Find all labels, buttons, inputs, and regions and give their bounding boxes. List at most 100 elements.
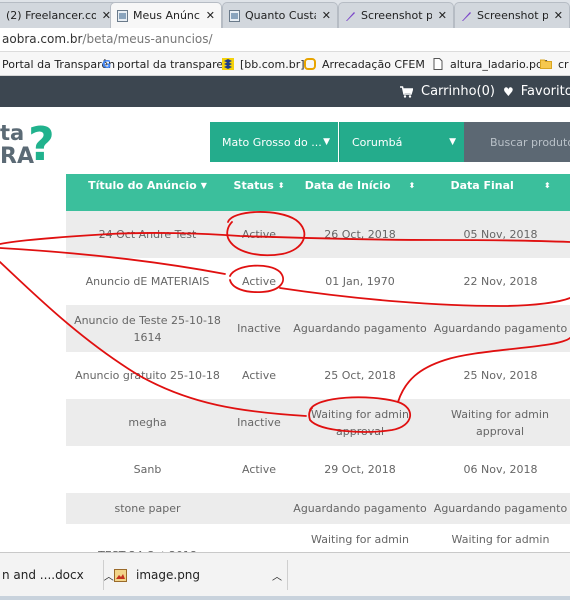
cell-status xyxy=(229,493,289,524)
tab-screenshot-1[interactable]: Screenshot por ✕ xyxy=(338,2,454,28)
chevron-up-icon[interactable]: ︿ xyxy=(104,568,114,583)
bookmark-item[interactable]: [bb.com.br] xyxy=(222,52,305,76)
city-select[interactable]: Corumbá ▼ xyxy=(339,122,464,162)
state-select-value: Mato Grosso do ... xyxy=(222,135,322,149)
tab-title: Screenshot por xyxy=(477,9,548,22)
cell-start-date: 25 Oct, 2018 xyxy=(324,369,396,382)
download-file-name: image.png xyxy=(136,568,201,582)
bb-icon xyxy=(222,58,234,70)
cell-status: Inactive xyxy=(237,322,281,335)
tab-title: Meus Anúncios xyxy=(133,9,200,22)
taskbar-edge xyxy=(0,596,570,600)
table-row[interactable]: Sanb Active 29 Oct, 2018 06 Nov, 2018 xyxy=(66,446,570,493)
close-tab-icon[interactable]: ✕ xyxy=(322,9,331,22)
cell-start-date: Aguardando pagamento xyxy=(293,322,427,335)
table-row[interactable]: stone paper Aguardando pagamento Aguarda… xyxy=(66,493,570,524)
folder-icon xyxy=(540,59,552,69)
screenshot-icon xyxy=(346,11,355,21)
tab-screenshot-2[interactable]: Screenshot por ✕ xyxy=(454,2,570,28)
address-bar[interactable]: aobra.com.br/beta/meus-anuncios/ xyxy=(0,28,570,52)
divider xyxy=(287,560,288,590)
circle-icon xyxy=(304,58,316,70)
site-topbar: Carrinho(0) ♥ Favorito xyxy=(0,76,570,107)
bookmark-label: portal da transparen xyxy=(117,57,231,71)
cell-start-date: Waiting for admin approval xyxy=(311,407,409,438)
address-path: /beta/meus-anuncios/ xyxy=(82,32,213,46)
column-header-label: Data de Início xyxy=(304,179,391,192)
cell-title: 24 Oct Andre Test xyxy=(98,228,197,241)
table-header: Título do Anúncio ▼ Status ⬍ Data de Iníci… xyxy=(66,174,570,211)
cell-title: Anuncio dE MATERIAIS xyxy=(85,275,210,288)
divider xyxy=(103,560,104,590)
tab-title: (2) Freelancer.co xyxy=(6,9,96,22)
tab-quanto-custa[interactable]: Quanto Custa M ✕ xyxy=(222,2,338,28)
bookmarks-bar: Portal da Transparên G portal da transpa… xyxy=(0,52,570,76)
screenshot-icon xyxy=(462,11,471,21)
cell-end-date: 05 Nov, 2018 xyxy=(463,228,538,241)
bookmark-label: altura_ladario.pdf xyxy=(450,57,547,71)
sort-desc-icon: ▼ xyxy=(200,181,207,190)
close-tab-icon[interactable]: ✕ xyxy=(206,9,215,22)
download-item-docx[interactable]: n and ....docx ︿ xyxy=(2,553,114,597)
tab-meus-anuncios[interactable]: Meus Anúncios ✕ xyxy=(110,2,222,28)
cell-title: stone paper xyxy=(114,502,181,515)
column-header-start-date[interactable]: Data de Início ⬍ xyxy=(289,174,431,211)
cell-status: Active xyxy=(241,369,277,382)
cart-link[interactable]: Carrinho(0) xyxy=(400,76,495,107)
column-header-end-date[interactable]: Data Final ⬍ xyxy=(431,174,570,211)
cell-end-date: Aguardando pagamento xyxy=(433,322,568,335)
product-search-input[interactable]: Buscar produtos xyxy=(464,122,570,162)
cell-end-date: Waiting for admin approval xyxy=(451,407,549,438)
tab-title: Screenshot por xyxy=(361,9,432,22)
bookmark-item[interactable]: Arrecadação CFEM xyxy=(304,52,425,76)
chevron-up-icon[interactable]: ︿ xyxy=(272,568,282,583)
bookmark-item[interactable]: G portal da transparen xyxy=(102,52,230,76)
cell-start-date: 29 Oct, 2018 xyxy=(324,463,396,476)
caret-down-icon: ▼ xyxy=(323,137,330,147)
cell-status: Active xyxy=(241,275,277,288)
search-placeholder: Buscar produtos xyxy=(490,135,570,149)
bookmark-label: Arrecadação CFEM xyxy=(322,57,425,71)
table-row[interactable]: 24 Oct Andre Test Active 26 Oct, 2018 05… xyxy=(66,211,570,258)
column-header-label: Título do Anúncio xyxy=(88,179,197,192)
table-row[interactable]: Anuncio de Teste 25-10-18 1614 Inactive … xyxy=(66,305,570,352)
column-header-title[interactable]: Título do Anúncio ▼ xyxy=(66,174,229,211)
cell-start-date: Aguardando pagamento xyxy=(293,502,427,515)
cell-start-date: 26 Oct, 2018 xyxy=(324,228,396,241)
column-header-status[interactable]: Status ⬍ xyxy=(229,174,289,211)
bookmark-item[interactable]: Portal da Transparên xyxy=(2,52,115,76)
favorites-link[interactable]: ♥ Favorito xyxy=(503,76,570,107)
close-tab-icon[interactable]: ✕ xyxy=(438,9,447,22)
cell-title: megha xyxy=(128,416,167,429)
cell-status: Inactive xyxy=(237,416,281,429)
tab-freelancer[interactable]: (2) Freelancer.co ✕ xyxy=(0,2,118,28)
cell-status: Active xyxy=(241,463,277,476)
cell-end-date: 06 Nov, 2018 xyxy=(463,463,538,476)
bookmark-item[interactable]: cr xyxy=(540,52,569,76)
state-select[interactable]: Mato Grosso do ... ▼ xyxy=(210,122,338,162)
download-item-png[interactable]: image.png ︿ xyxy=(114,553,282,597)
page-icon xyxy=(229,9,240,22)
cell-title: Anuncio gratuito 25-10-18 xyxy=(75,369,220,382)
close-tab-icon[interactable]: ✕ xyxy=(554,9,563,22)
cell-status: Active xyxy=(241,228,277,241)
cell-end-date: 25 Nov, 2018 xyxy=(463,369,538,382)
cart-icon xyxy=(400,85,413,98)
cart-label: Carrinho(0) xyxy=(421,84,495,99)
table-row[interactable]: Anuncio gratuito 25-10-18 Active 25 Oct,… xyxy=(66,352,570,399)
column-header-label: Data Final xyxy=(450,179,514,192)
sort-icon: ⬍ xyxy=(408,181,416,190)
google-icon: G xyxy=(102,57,112,71)
sort-icon: ⬍ xyxy=(543,181,551,190)
browser-window: (2) Freelancer.co ✕ Meus Anúncios ✕ Quan… xyxy=(0,0,570,600)
cell-title: Anuncio de Teste 25-10-18 1614 xyxy=(74,313,221,344)
downloads-bar: n and ....docx ︿ image.png ︿ xyxy=(0,552,570,596)
cell-end-date: Waiting for admin xyxy=(451,532,550,546)
column-header-label: Status xyxy=(233,179,274,192)
heart-icon: ♥ xyxy=(503,84,514,99)
ads-table: Título do Anúncio ▼ Status ⬍ Data de Iníci… xyxy=(66,174,570,570)
bookmark-item[interactable]: altura_ladario.pdf xyxy=(432,52,547,76)
cell-title: Sanb xyxy=(133,463,162,476)
table-row[interactable]: Anuncio dE MATERIAIS Active 01 Jan, 1970… xyxy=(66,258,570,305)
table-row[interactable]: megha Inactive Waiting for admin approva… xyxy=(66,399,570,446)
